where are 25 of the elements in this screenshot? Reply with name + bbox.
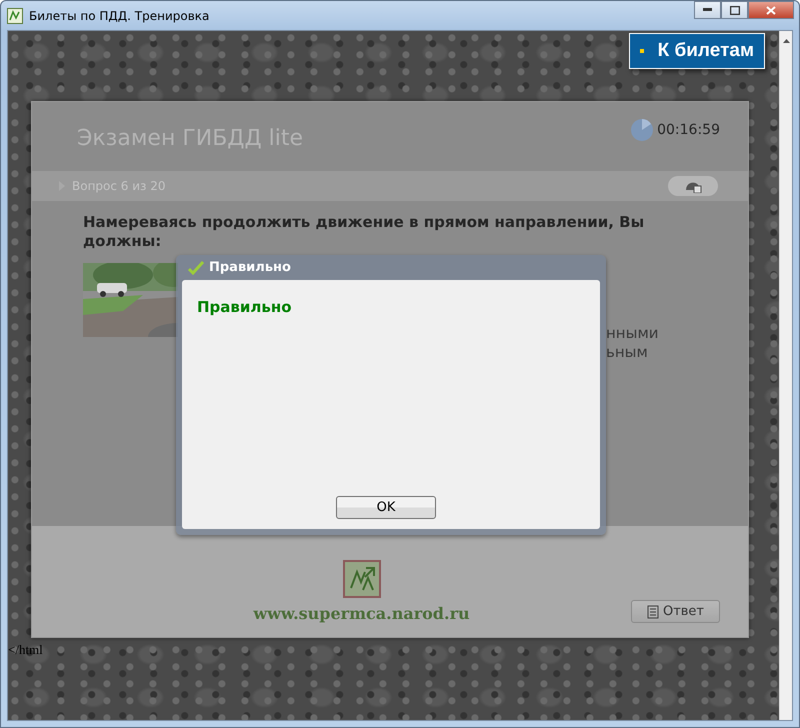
maximize-button[interactable] (721, 1, 748, 19)
close-icon (766, 6, 776, 14)
minimize-icon (703, 8, 712, 12)
close-button[interactable] (748, 1, 794, 19)
tickets-button[interactable]: К билетам (628, 33, 765, 69)
answer-text: ьным (606, 343, 648, 362)
page-footer-text: </html (8, 642, 44, 658)
app-icon (7, 8, 23, 24)
scroll-up-icon (782, 39, 790, 43)
logo-icon (342, 560, 380, 598)
checkmark-icon (188, 260, 204, 274)
minimize-button[interactable] (694, 1, 721, 19)
list-icon (646, 604, 659, 618)
ok-button[interactable]: OK (336, 496, 436, 519)
dialog-title: Правильно (209, 260, 291, 275)
hint-button[interactable] (668, 176, 718, 196)
clock-icon (630, 118, 654, 142)
timer: 00:16:59 (657, 122, 720, 138)
answer-button[interactable]: Ответ (631, 600, 720, 623)
result-message: Правильно (197, 298, 293, 316)
scrollbar[interactable] (779, 31, 792, 720)
window-title: Билеты по ПДД. Тренировка (29, 8, 210, 22)
question-text: Намереваясь продолжить движение в прямом направлении, Вы должны: (83, 213, 646, 251)
answer-text: нными (606, 324, 659, 343)
maximize-icon (730, 6, 740, 14)
